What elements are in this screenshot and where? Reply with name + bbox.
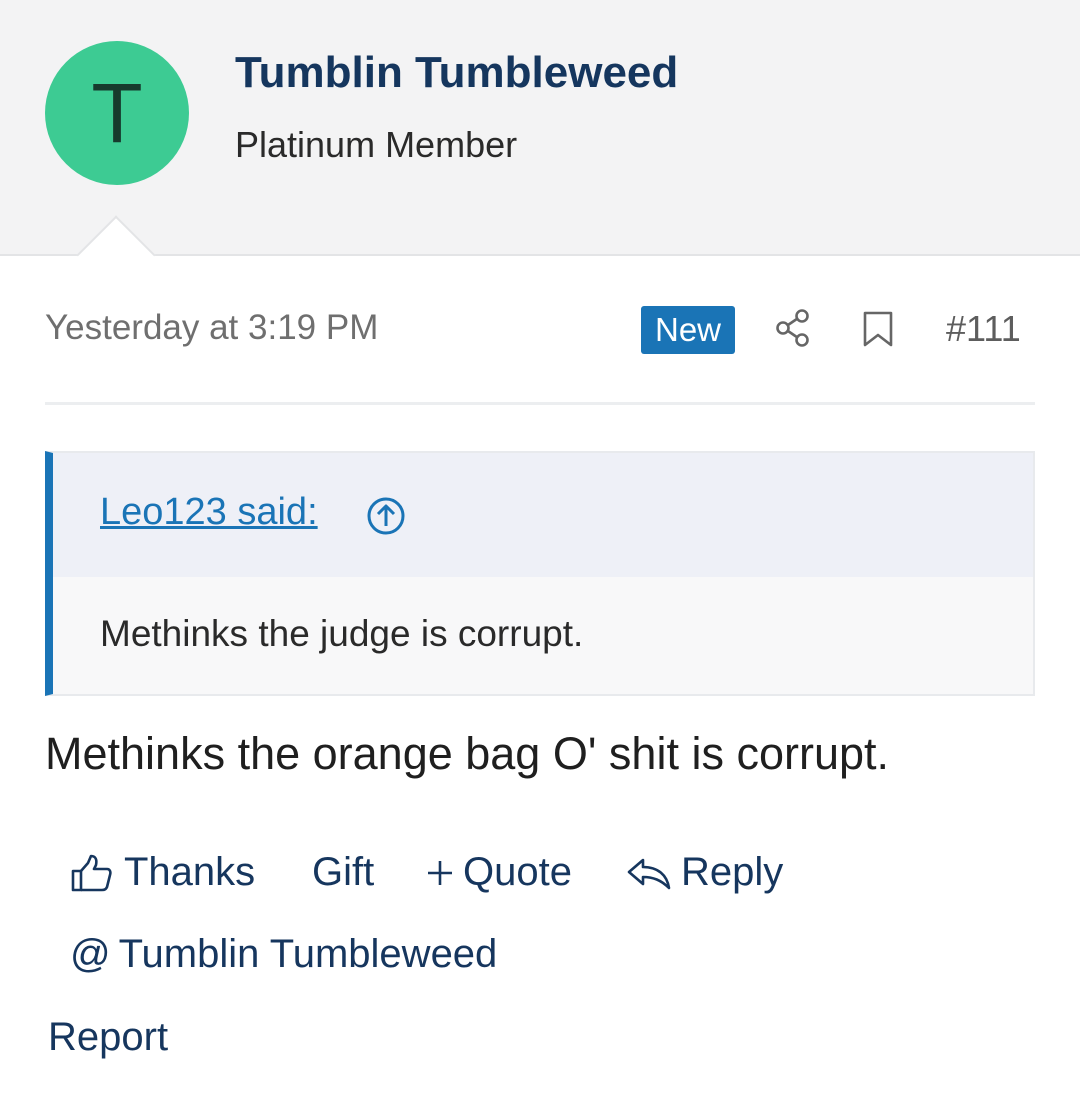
user-title: Platinum Member bbox=[235, 124, 518, 165]
gift-label: Gift bbox=[312, 850, 375, 894]
reply-button[interactable]: Reply bbox=[625, 850, 783, 895]
post-body: Methinks the orange bag O' shit is corru… bbox=[45, 728, 890, 779]
quote-block: Leo123 said: Methinks the judge is corru… bbox=[45, 451, 1035, 696]
quote-author-link[interactable]: Leo123 said: bbox=[100, 491, 318, 534]
report-label: Report bbox=[48, 1015, 169, 1059]
post-meta: Yesterday at 3:19 PM New #111 bbox=[0, 300, 1080, 360]
mention-button[interactable]: @ Tumblin Tumbleweed bbox=[70, 932, 497, 977]
mention-label: Tumblin Tumbleweed bbox=[118, 932, 498, 976]
post-timestamp[interactable]: Yesterday at 3:19 PM bbox=[45, 308, 378, 348]
at-icon: @ bbox=[70, 932, 111, 976]
new-badge: New bbox=[641, 306, 735, 354]
thanks-button[interactable]: Thanks bbox=[70, 850, 255, 895]
quote-button[interactable]: Quote bbox=[425, 850, 572, 895]
avatar[interactable]: T bbox=[45, 41, 189, 185]
post-user-header: T Tumblin Tumbleweed Platinum Member bbox=[0, 0, 1080, 256]
report-button[interactable]: Report bbox=[48, 1015, 168, 1060]
thumbs-up-icon bbox=[71, 854, 112, 891]
reply-label: Reply bbox=[681, 850, 784, 894]
arrow-up-circle-icon[interactable] bbox=[365, 495, 407, 537]
gift-button[interactable]: Gift bbox=[312, 850, 374, 895]
bookmark-icon[interactable] bbox=[860, 310, 896, 348]
quote-header: Leo123 said: bbox=[53, 453, 1033, 577]
plus-icon bbox=[428, 860, 452, 885]
share-icon[interactable] bbox=[774, 308, 814, 348]
username[interactable]: Tumblin Tumbleweed bbox=[235, 48, 678, 98]
quote-label: Quote bbox=[463, 850, 572, 894]
divider bbox=[45, 402, 1035, 405]
post-number[interactable]: #111 bbox=[946, 308, 1021, 350]
thanks-label: Thanks bbox=[124, 850, 256, 894]
reply-icon bbox=[627, 858, 671, 889]
quote-text: Methinks the judge is corrupt. bbox=[100, 613, 584, 654]
